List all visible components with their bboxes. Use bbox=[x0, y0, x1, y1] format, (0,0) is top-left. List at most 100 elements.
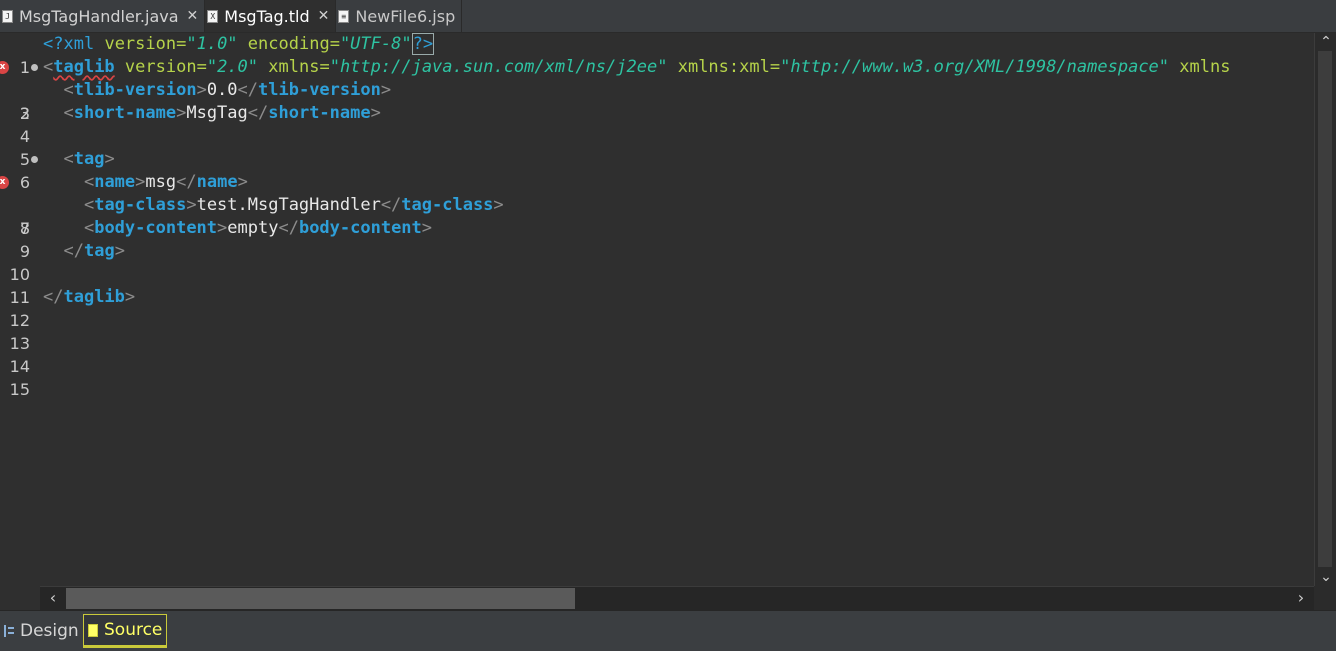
tab-design-label: Design bbox=[20, 621, 79, 641]
code-line[interactable]: x 2 <taglib version="2.0" xmlns="http://… bbox=[0, 56, 1314, 123]
error-icon[interactable]: x bbox=[0, 61, 9, 74]
code-text: </tag> bbox=[43, 240, 125, 263]
code-line[interactable]: 8 <tag-class>test.MsgTagHandler</tag-cla… bbox=[0, 194, 1314, 238]
bracket: > bbox=[493, 195, 504, 215]
bracket: > bbox=[135, 172, 146, 192]
attr-name: xmlns bbox=[268, 57, 320, 77]
bracket: > bbox=[124, 287, 136, 307]
bracket: </ bbox=[380, 195, 402, 215]
attr-name: encoding bbox=[247, 34, 330, 54]
tab-label: MsgTagHandler.java bbox=[19, 6, 179, 26]
attr-value: "2.0" bbox=[206, 57, 259, 77]
bracket: > bbox=[237, 172, 248, 192]
tag-name: taglib bbox=[63, 287, 125, 307]
code-text: <taglib version="2.0" xmlns="http://java… bbox=[43, 56, 1230, 79]
tag-name: tag bbox=[83, 241, 115, 261]
tag-name: tlib-version bbox=[258, 80, 381, 100]
tag-name: tag bbox=[73, 149, 105, 169]
gutter-corner bbox=[0, 586, 40, 610]
xml-file-icon: X bbox=[207, 9, 219, 23]
close-icon[interactable]: ✕ bbox=[318, 8, 330, 24]
vertical-scroll-thumb[interactable] bbox=[1318, 51, 1332, 567]
tab-design[interactable]: Design bbox=[0, 614, 83, 648]
close-icon[interactable]: ✕ bbox=[187, 8, 199, 24]
attr-eq: = bbox=[196, 57, 207, 77]
code-text: <tag> bbox=[43, 148, 115, 171]
source-editor[interactable]: 1 <?xml version="1.0" encoding="UTF-8"?>… bbox=[0, 33, 1314, 586]
tag-name: body-content bbox=[94, 218, 218, 238]
horizontal-scrollbar[interactable]: ‹ › bbox=[40, 586, 1314, 610]
code-line[interactable]: 3 <tlib-version>0.0</tlib-version> bbox=[0, 79, 1314, 123]
bracket: > bbox=[176, 103, 187, 123]
scroll-right-icon[interactable]: › bbox=[1288, 587, 1314, 611]
code-text: <name>msg</name> bbox=[43, 171, 248, 194]
line-number: 15 bbox=[9, 380, 30, 399]
code-line[interactable]: 1 <?xml version="1.0" encoding="UTF-8"?> bbox=[0, 33, 1314, 77]
bracket: </ bbox=[176, 172, 197, 192]
tag-name: tlib-version bbox=[73, 80, 197, 100]
bracket: </ bbox=[237, 80, 259, 100]
bracket: > bbox=[217, 218, 228, 238]
vertical-scrollbar[interactable]: ⌃ ⌄ bbox=[1314, 33, 1336, 586]
tag-name: tag-class bbox=[94, 195, 187, 215]
element-text: empty bbox=[227, 218, 279, 238]
element-text: MsgTag bbox=[186, 103, 248, 123]
element-text: 0.0 bbox=[206, 80, 238, 100]
bracket: > bbox=[114, 241, 125, 261]
fold-toggle-icon[interactable] bbox=[31, 156, 38, 163]
bracket: < bbox=[43, 57, 54, 77]
code-line[interactable]: 11 bbox=[0, 263, 1314, 307]
code-line[interactable]: 5 bbox=[0, 125, 1314, 169]
code-line[interactable]: 4 <short-name>MsgTag</short-name> bbox=[0, 102, 1314, 146]
code-line[interactable]: 12 </taglib> bbox=[0, 286, 1314, 330]
horizontal-scroll-thumb[interactable] bbox=[66, 588, 575, 609]
bracket: < bbox=[83, 218, 95, 238]
code-line[interactable]: x 7 <name>msg</name> bbox=[0, 171, 1314, 238]
bracket: > bbox=[421, 218, 433, 238]
code-line[interactable]: 6 <tag> bbox=[0, 148, 1314, 192]
tab-newfile6-jsp[interactable]: ≡ NewFile6.jsp bbox=[336, 0, 463, 32]
bracket: </ bbox=[63, 241, 84, 261]
attr-name: version bbox=[124, 57, 197, 77]
bracket: < bbox=[63, 80, 74, 100]
design-view-icon bbox=[4, 625, 14, 637]
scroll-left-icon[interactable]: ‹ bbox=[40, 587, 66, 611]
attr-value: "UTF-8" bbox=[339, 34, 412, 54]
tab-msgtaghandler-java[interactable]: J MsgTagHandler.java ✕ bbox=[0, 0, 206, 32]
element-text: test.MsgTagHandler bbox=[196, 195, 381, 215]
code-line[interactable]: 14 bbox=[0, 332, 1314, 376]
bracket: </ bbox=[43, 287, 64, 307]
tag-name: name bbox=[94, 172, 136, 192]
attr-value: "http://java.sun.com/xml/ns/j2ee" bbox=[329, 57, 668, 77]
bracket: > bbox=[196, 80, 207, 100]
bracket: </ bbox=[247, 103, 269, 123]
bracket: </ bbox=[278, 218, 299, 238]
view-tab-bar: Design Source bbox=[0, 610, 1336, 651]
code-line[interactable]: 13 bbox=[0, 309, 1314, 353]
code-line[interactable]: 10 </tag> bbox=[0, 240, 1314, 284]
tab-label: MsgTag.tld bbox=[224, 6, 310, 26]
tab-source[interactable]: Source bbox=[83, 614, 168, 648]
code-line[interactable]: 9 <body-content>empty</body-content> bbox=[0, 217, 1314, 261]
fold-toggle-icon[interactable] bbox=[31, 64, 38, 71]
scroll-down-icon[interactable]: ⌄ bbox=[1315, 568, 1336, 586]
jsp-file-icon: ≡ bbox=[338, 9, 350, 23]
error-icon[interactable]: x bbox=[0, 176, 9, 189]
code-text: <body-content>empty</body-content> bbox=[43, 217, 432, 240]
bracket: > bbox=[104, 149, 115, 169]
tag-name: tag-class bbox=[401, 195, 494, 215]
attr-name: version bbox=[104, 34, 177, 54]
code-text: <tlib-version>0.0</tlib-version> bbox=[43, 79, 391, 102]
scroll-up-icon[interactable]: ⌃ bbox=[1315, 33, 1336, 51]
code-text: <short-name>MsgTag</short-name> bbox=[43, 102, 380, 125]
element-text: msg bbox=[145, 172, 177, 192]
tab-msgtag-tld[interactable]: X MsgTag.tld ✕ bbox=[205, 0, 337, 32]
bracket: > bbox=[186, 195, 197, 215]
bracket: < bbox=[63, 149, 74, 169]
code-text: </taglib> bbox=[43, 286, 135, 309]
bracket: < bbox=[83, 195, 95, 215]
tab-source-label: Source bbox=[104, 620, 163, 640]
tag-name: short-name bbox=[268, 103, 371, 123]
tab-label: NewFile6.jsp bbox=[355, 6, 456, 26]
code-line[interactable]: 15 bbox=[0, 355, 1314, 399]
